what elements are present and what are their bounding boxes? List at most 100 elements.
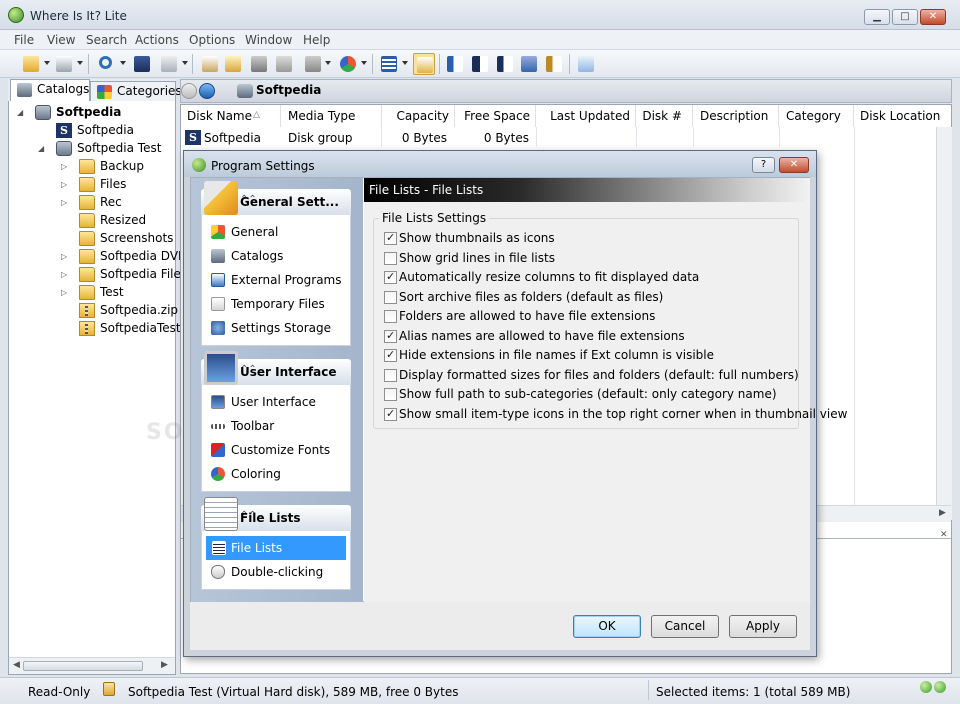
option-show-grid-lines[interactable]: Show grid lines in file lists	[384, 251, 794, 267]
scroll-thumb[interactable]	[23, 661, 143, 671]
dialog-close-button[interactable]: ✕	[779, 157, 809, 173]
nav-item-customize-fonts[interactable]: Customize Fonts	[208, 440, 346, 460]
edit-icon[interactable]	[273, 53, 295, 75]
settings-group-legend: File Lists Settings	[379, 211, 490, 225]
checkbox[interactable]	[384, 329, 397, 343]
tab-categories-label: Categories	[117, 84, 182, 98]
menu-actions[interactable]: Actions	[135, 33, 179, 47]
apply-button[interactable]: Apply	[729, 615, 797, 638]
nav-item-general[interactable]: General	[208, 222, 346, 242]
tab-categories[interactable]: Categories	[90, 81, 182, 101]
save-icon[interactable]	[131, 53, 153, 75]
option-small-item-type-icons[interactable]: Show small item-type icons in the top ri…	[384, 407, 847, 423]
checkbox[interactable]	[384, 291, 397, 304]
scroll-right-icon[interactable]: ▶	[161, 660, 168, 670]
minimize-button[interactable]: ▁	[864, 9, 890, 25]
sort-save-icon[interactable]	[469, 53, 491, 75]
sort-disk-icon[interactable]	[518, 53, 540, 75]
nav-item-settings-storage[interactable]: Settings Storage	[208, 318, 346, 338]
column-header-disk-location[interactable]: Disk Location	[855, 105, 951, 127]
option-show-thumbnails[interactable]: Show thumbnails as icons	[384, 231, 794, 247]
menu-view[interactable]: View	[47, 33, 75, 47]
menu-options[interactable]: Options	[189, 33, 235, 47]
tab-catalogs[interactable]: Catalogs	[10, 79, 90, 101]
menu-window[interactable]: Window	[245, 33, 292, 47]
collapse-icon[interactable]: ⌃⌃	[240, 510, 343, 521]
tree-horizontal-scrollbar[interactable]: ◀ ▶	[9, 657, 175, 674]
option-alias-extensions[interactable]: Alias names are allowed to have file ext…	[384, 329, 794, 345]
scan-disk-icon[interactable]	[222, 53, 244, 75]
sort-za-icon[interactable]	[543, 53, 565, 75]
checkbox[interactable]	[384, 270, 397, 284]
nav-item-file-lists[interactable]: File Lists	[206, 536, 346, 560]
folder-view-icon[interactable]	[413, 53, 435, 75]
checkbox[interactable]	[384, 252, 397, 265]
option-formatted-sizes[interactable]: Display formatted sizes for files and fo…	[384, 368, 799, 384]
eject-icon[interactable]	[248, 53, 270, 75]
option-folder-extensions[interactable]: Folders are allowed to have file extensi…	[384, 309, 794, 325]
print-icon[interactable]	[53, 53, 75, 75]
checkbox[interactable]	[384, 407, 397, 421]
open-folder-icon[interactable]	[20, 53, 42, 75]
scroll-left-icon[interactable]: ◀	[13, 660, 20, 670]
close-button[interactable]: ✕	[920, 9, 946, 25]
clipboard-icon[interactable]	[158, 53, 180, 75]
column-header-category[interactable]: Category	[780, 105, 854, 127]
whats-this-icon[interactable]	[575, 53, 597, 75]
details-view-icon[interactable]	[378, 53, 400, 75]
option-auto-resize-columns[interactable]: Automatically resize columns to fit disp…	[384, 270, 794, 286]
menu-file[interactable]: File	[14, 33, 34, 47]
settings-storage-icon	[211, 321, 225, 335]
breadcrumb[interactable]: Softpedia	[256, 83, 321, 97]
column-header-capacity[interactable]: Capacity	[383, 105, 455, 127]
sort-az-icon[interactable]	[444, 53, 466, 75]
option-full-path-subcategories[interactable]: Show full path to sub-categories (defaul…	[384, 387, 794, 403]
column-header-media-type[interactable]: Media Type	[282, 105, 382, 127]
title-bar	[0, 0, 960, 30]
column-header-disk-number[interactable]: Disk #	[637, 105, 693, 127]
section-header-title: File Lists - File Lists	[369, 183, 484, 197]
maximize-button[interactable]: □	[892, 9, 918, 25]
nav-item-double-clicking[interactable]: Double-clicking	[208, 562, 346, 582]
menu-search[interactable]: Search	[86, 33, 127, 47]
checkbox[interactable]	[384, 348, 397, 362]
cell-capacity: 0 Bytes	[401, 131, 447, 145]
search-icon[interactable]	[96, 53, 118, 75]
option-hide-extensions[interactable]: Hide extensions in file names if Ext col…	[384, 348, 794, 364]
column-header-last-updated[interactable]: Last Updated	[537, 105, 636, 127]
sort-size-icon[interactable]	[494, 53, 516, 75]
nav-item-temporary-files[interactable]: Temporary Files	[208, 294, 346, 314]
column-header-description[interactable]: Description	[694, 105, 779, 127]
catalog-icon	[35, 105, 51, 120]
checkbox[interactable]	[384, 388, 397, 401]
cancel-button[interactable]: Cancel	[651, 615, 719, 638]
forward-icon[interactable]	[199, 83, 215, 99]
dialog-title: Program Settings	[211, 159, 315, 173]
column-header-disk-name[interactable]: Disk Name △	[183, 105, 281, 127]
collapse-icon[interactable]: ⌃⌃	[240, 364, 343, 375]
ok-button[interactable]: OK	[573, 615, 641, 638]
tools-icon[interactable]	[302, 53, 324, 75]
general-icon	[211, 225, 225, 239]
nav-item-user-interface[interactable]: User Interface	[208, 392, 346, 412]
checkbox[interactable]	[384, 310, 397, 323]
checkbox[interactable]	[384, 369, 397, 382]
help-button[interactable]: ?	[752, 157, 775, 173]
nav-item-toolbar[interactable]: Toolbar	[208, 416, 346, 436]
nav-item-catalogs[interactable]: Catalogs	[208, 246, 346, 266]
column-header-free-space[interactable]: Free Space	[456, 105, 536, 127]
list-vertical-scrollbar[interactable]: ▼	[936, 127, 952, 520]
collapse-icon[interactable]: ⌃⌃	[240, 194, 343, 205]
panel-close-icon[interactable]: ✕	[940, 530, 948, 540]
scroll-right-icon[interactable]: ▶	[939, 508, 946, 518]
back-icon[interactable]	[181, 83, 197, 99]
nav-item-external-programs[interactable]: External Programs	[208, 270, 346, 290]
option-sort-archives-as-folders[interactable]: Sort archive files as folders (default a…	[384, 290, 794, 306]
menu-help[interactable]: Help	[303, 33, 330, 47]
nav-item-coloring[interactable]: Coloring	[208, 464, 346, 484]
general-settings-icon	[204, 181, 238, 215]
mouse-icon	[211, 565, 225, 579]
colors-icon[interactable]	[337, 53, 359, 75]
checkbox[interactable]	[384, 231, 397, 245]
new-catalog-icon[interactable]	[199, 53, 221, 75]
